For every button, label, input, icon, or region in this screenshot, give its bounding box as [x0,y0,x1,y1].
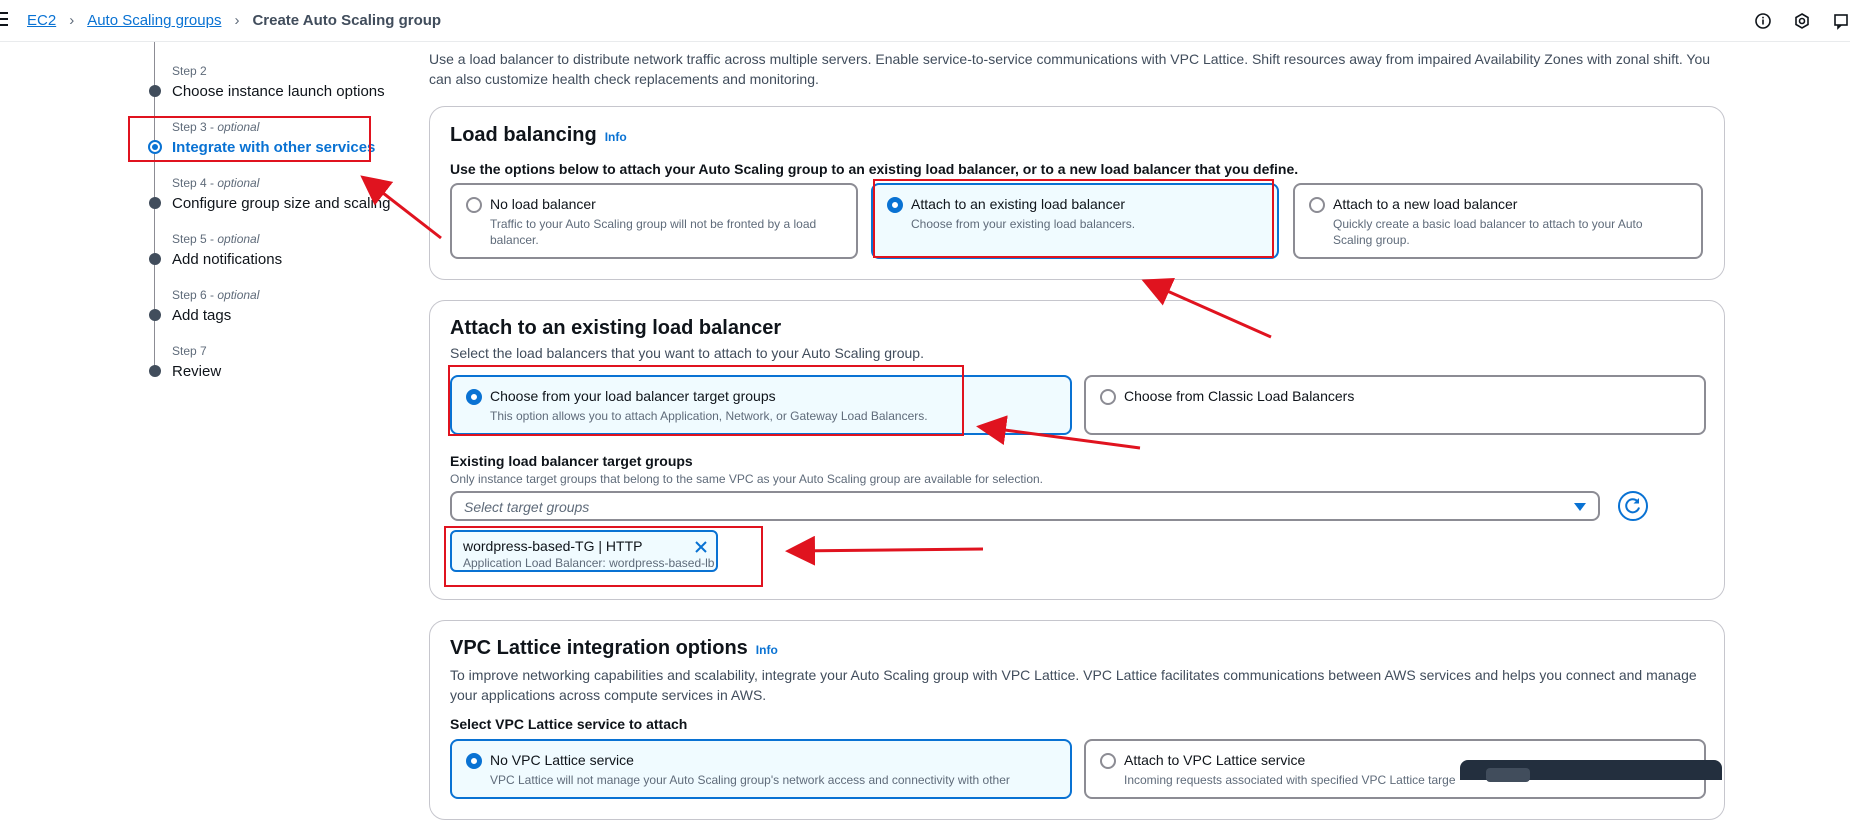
breadcrumb-ec2[interactable]: EC2 [27,12,56,29]
top-navigation-bar: EC2 › Auto Scaling groups › Create Auto … [0,0,1850,42]
field-label: Select VPC Lattice service to attach [450,716,688,732]
existing-load-balancer-panel: Attach to an existing load balancer Sele… [429,300,1725,600]
radio-button[interactable] [1100,753,1116,769]
radio-attach-existing-load-balancer[interactable]: Attach to an existing load balancer Choo… [871,183,1279,259]
breadcrumb-auto-scaling-groups[interactable]: Auto Scaling groups [87,12,221,29]
option-title: Attach to an existing load balancer [911,196,1126,212]
step-indicator [149,85,161,97]
step-number: Step 2 [172,64,207,78]
panel-label: Use the options below to attach your Aut… [450,161,1299,177]
option-title: Attach to a new load balancer [1333,196,1518,212]
caret-down-icon [1574,503,1586,511]
option-title: Attach to VPC Lattice service [1124,752,1306,768]
field-description: Only instance target groups that belong … [450,472,1044,486]
step-indicator [149,253,161,265]
step-number: Step 7 [172,344,207,358]
step-name: Add notifications [172,251,283,268]
step-name: Review [172,363,222,380]
option-title: No VPC Lattice service [490,752,634,768]
token-title: wordpress-based-TG | HTTP [463,538,643,554]
settings-hex-icon[interactable] [1793,12,1811,30]
radio-button[interactable] [466,197,482,213]
step-indicator [148,140,162,154]
option-title: Choose from Classic Load Balancers [1124,388,1355,404]
option-title: Choose from your load balancer target gr… [490,388,776,404]
radio-attach-new-load-balancer[interactable]: Attach to a new load balancer Quickly cr… [1293,183,1703,259]
info-link[interactable]: Info [756,643,778,657]
vpc-lattice-panel: VPC Lattice integration options Info To i… [429,620,1725,820]
option-description: Choose from your existing load balancers… [911,217,1136,231]
chevron-right-icon: › [69,12,75,29]
radio-classic-load-balancers[interactable]: Choose from Classic Load Balancers [1084,375,1706,435]
panel-description: To improve networking capabilities and s… [450,667,1697,703]
notification-icon[interactable] [1832,12,1850,30]
panel-title: VPC Lattice integration options Info [450,637,778,659]
step-name: Add tags [172,307,232,324]
option-title: No load balancer [490,196,596,212]
field-label: Existing load balancer target groups [450,453,693,469]
selected-target-group-token: wordpress-based-TG | HTTP Application Lo… [450,530,718,572]
toast-badge [1486,768,1530,782]
radio-button[interactable] [466,389,482,405]
info-circle-icon[interactable] [1754,12,1772,30]
step-number: Step 3 - optional [172,120,260,134]
radio-button[interactable] [1100,389,1116,405]
refresh-button[interactable] [1618,491,1648,521]
option-description: Quickly create a basic load balancer to … [1333,217,1643,247]
radio-target-groups[interactable]: Choose from your load balancer target gr… [450,375,1072,435]
step-number: Step 6 - optional [172,288,260,302]
section-intro-text: Use a load balancer to distribute networ… [429,51,1711,87]
panel-description: Select the load balancers that you want … [450,345,924,361]
radio-no-load-balancer[interactable]: No load balancer Traffic to your Auto Sc… [450,183,858,259]
refresh-icon [1625,498,1640,514]
info-link[interactable]: Info [605,130,627,144]
panel-title: Load balancing Info [450,124,627,146]
step-name: Configure group size and scaling [172,195,391,212]
step-indicator [149,365,161,377]
option-description: This option allows you to attach Applica… [490,409,928,423]
breadcrumb: EC2 › Auto Scaling groups › Create Auto … [27,12,441,29]
menu-icon[interactable] [0,12,8,28]
radio-button[interactable] [887,197,903,213]
step-indicator [149,197,161,209]
step-name: Integrate with other services [172,139,376,156]
breadcrumb-current: Create Auto Scaling group [252,12,442,29]
radio-button[interactable] [1309,197,1325,213]
target-groups-select[interactable]: Select target groups [450,491,1600,521]
notification-toast [1460,760,1722,782]
option-description: Traffic to your Auto Scaling group will … [490,217,817,247]
load-balancing-panel: Load balancing Info Use the options below… [429,106,1725,280]
token-subtitle: Application Load Balancer: wordpress-bas… [463,556,715,570]
step-name: Choose instance launch options [172,83,385,100]
step-number: Step 4 - optional [172,176,260,190]
select-placeholder: Select target groups [464,499,590,515]
close-icon[interactable] [694,540,708,554]
step-indicator [149,309,161,321]
radio-no-vpc-lattice[interactable]: No VPC Lattice service VPC Lattice will … [450,739,1072,799]
option-description: VPC Lattice will not manage your Auto Sc… [490,773,1010,787]
radio-button[interactable] [466,753,482,769]
chevron-right-icon: › [234,12,240,29]
panel-title: Attach to an existing load balancer [450,317,782,339]
step-number: Step 5 - optional [172,232,260,246]
